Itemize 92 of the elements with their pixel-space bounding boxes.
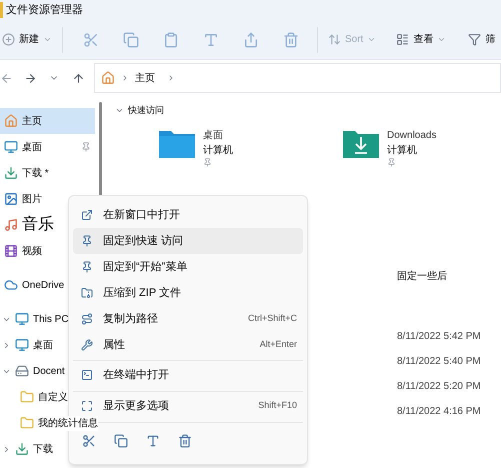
forward-arrow-icon (24, 72, 36, 84)
sidebar-label: 下载 (33, 442, 53, 456)
chevron-down-icon (437, 35, 446, 44)
external-link-icon (81, 209, 93, 221)
date-modified: 8/11/2022 5:42 PM (397, 330, 482, 344)
menu-item[interactable]: 固定到快速 访问 (73, 228, 303, 254)
chevron-down-icon (43, 35, 52, 44)
share-icon (243, 32, 259, 48)
menu-item-label: 属性 (103, 338, 125, 353)
sidebar-label: This PC (33, 312, 69, 326)
menu-item-label: 固定到快速 访问 (103, 234, 184, 249)
sidebar-item[interactable]: 下载 (0, 436, 95, 462)
filter-icon (468, 33, 482, 46)
quick-access-item[interactable]: Downloads 计算机 (343, 128, 436, 166)
item-name: Downloads (387, 128, 436, 142)
quick-access-item[interactable]: 桌面 计算机 (159, 128, 233, 166)
item-location: 计算机 (387, 144, 418, 158)
menu-item-label: 压缩到 ZIP 文件 (103, 286, 182, 301)
sidebar-item[interactable]: 主页 (0, 108, 95, 134)
sidebar-label: 桌面 (22, 140, 42, 154)
sidebar-label: Docent (33, 364, 65, 378)
monitor-icon (15, 338, 29, 352)
drive-icon (15, 364, 29, 378)
archive-icon (81, 287, 93, 299)
copy-icon (114, 434, 128, 448)
download-icon (15, 442, 29, 456)
chevron-right-icon (167, 74, 175, 82)
chevron-right-icon[interactable] (2, 340, 11, 350)
sidebar-item[interactable]: 桌面 (0, 134, 95, 160)
monitor-icon (15, 312, 29, 326)
date-modified: 8/11/2022 5:40 PM (397, 354, 482, 368)
terminal-icon (81, 369, 93, 381)
sidebar-label: 自定义 (38, 390, 68, 404)
shortcut-text: Shift+F10 (258, 399, 297, 412)
rename-icon (203, 32, 219, 48)
new-button[interactable]: 新建 (0, 24, 54, 54)
sidebar-label: 下载 * (22, 166, 49, 180)
sort-icon (328, 33, 341, 46)
menu-item-label: 在终端中打开 (103, 368, 169, 383)
sidebar-label: 图片 (22, 192, 42, 206)
cut-icon (83, 32, 99, 48)
sidebar-label: OneDrive (22, 278, 64, 292)
sidebar-label: 桌面 (33, 338, 53, 352)
music-icon (4, 218, 18, 232)
film-icon (4, 244, 18, 258)
menu-item-label: 固定到“开始”菜单 (103, 260, 188, 275)
path-icon (81, 313, 93, 325)
sidebar-label: 视频 (22, 244, 42, 258)
date-modified: 8/11/2022 5:20 PM (397, 380, 482, 394)
wrench-icon (81, 339, 93, 351)
plus-icon (2, 33, 15, 46)
view-button[interactable]: 查看 (392, 24, 450, 54)
pin-icon (81, 261, 93, 273)
sidebar-label: 我的统计信息 (38, 416, 98, 430)
breadcrumb[interactable]: 主页 (135, 70, 155, 86)
shortcut-text: Alt+Enter (260, 338, 297, 352)
cut-icon (82, 434, 96, 448)
rename-icon (146, 434, 160, 448)
list-icon (396, 33, 410, 46)
section-heading: 快速访问 (128, 104, 164, 117)
item-name: 桌面 (203, 128, 224, 142)
note-text: 固定一些后 (397, 270, 447, 282)
chevron-right-icon[interactable] (2, 444, 11, 454)
address-bar[interactable]: 主页 (94, 63, 501, 93)
filter-button[interactable]: 筛 (464, 24, 500, 54)
home-icon (4, 114, 18, 128)
folder-icon (20, 390, 34, 404)
folder-icon (20, 416, 34, 430)
copy-icon (123, 32, 139, 48)
chevron-down-icon (367, 35, 376, 44)
expand-icon (81, 400, 93, 412)
up-arrow-icon (72, 72, 84, 84)
menu-item-label: 复制为路径 (103, 312, 158, 327)
sidebar-label: 主页 (22, 114, 42, 128)
date-modified: 8/11/2022 4:16 PM (397, 404, 482, 418)
monitor-icon (4, 140, 18, 154)
download-icon (4, 166, 18, 180)
shortcut-text: Ctrl+Shift+C (248, 312, 297, 326)
image-icon (4, 192, 18, 206)
paste-icon (163, 32, 179, 48)
home-icon (101, 71, 115, 85)
back-arrow-icon (0, 72, 12, 84)
sidebar-item[interactable]: 下载 * (0, 160, 95, 186)
pin-icon (81, 235, 93, 247)
delete-icon (178, 434, 192, 448)
menu-item-label: 显示更多选项 (103, 398, 169, 414)
delete-icon (283, 32, 299, 48)
item-location: 计算机 (203, 144, 233, 158)
chevron-right-icon (121, 74, 129, 82)
cloud-icon (4, 278, 18, 292)
menu-item-label: 在新窗口中打开 (103, 208, 180, 223)
sidebar-label: 音乐 (22, 214, 54, 235)
